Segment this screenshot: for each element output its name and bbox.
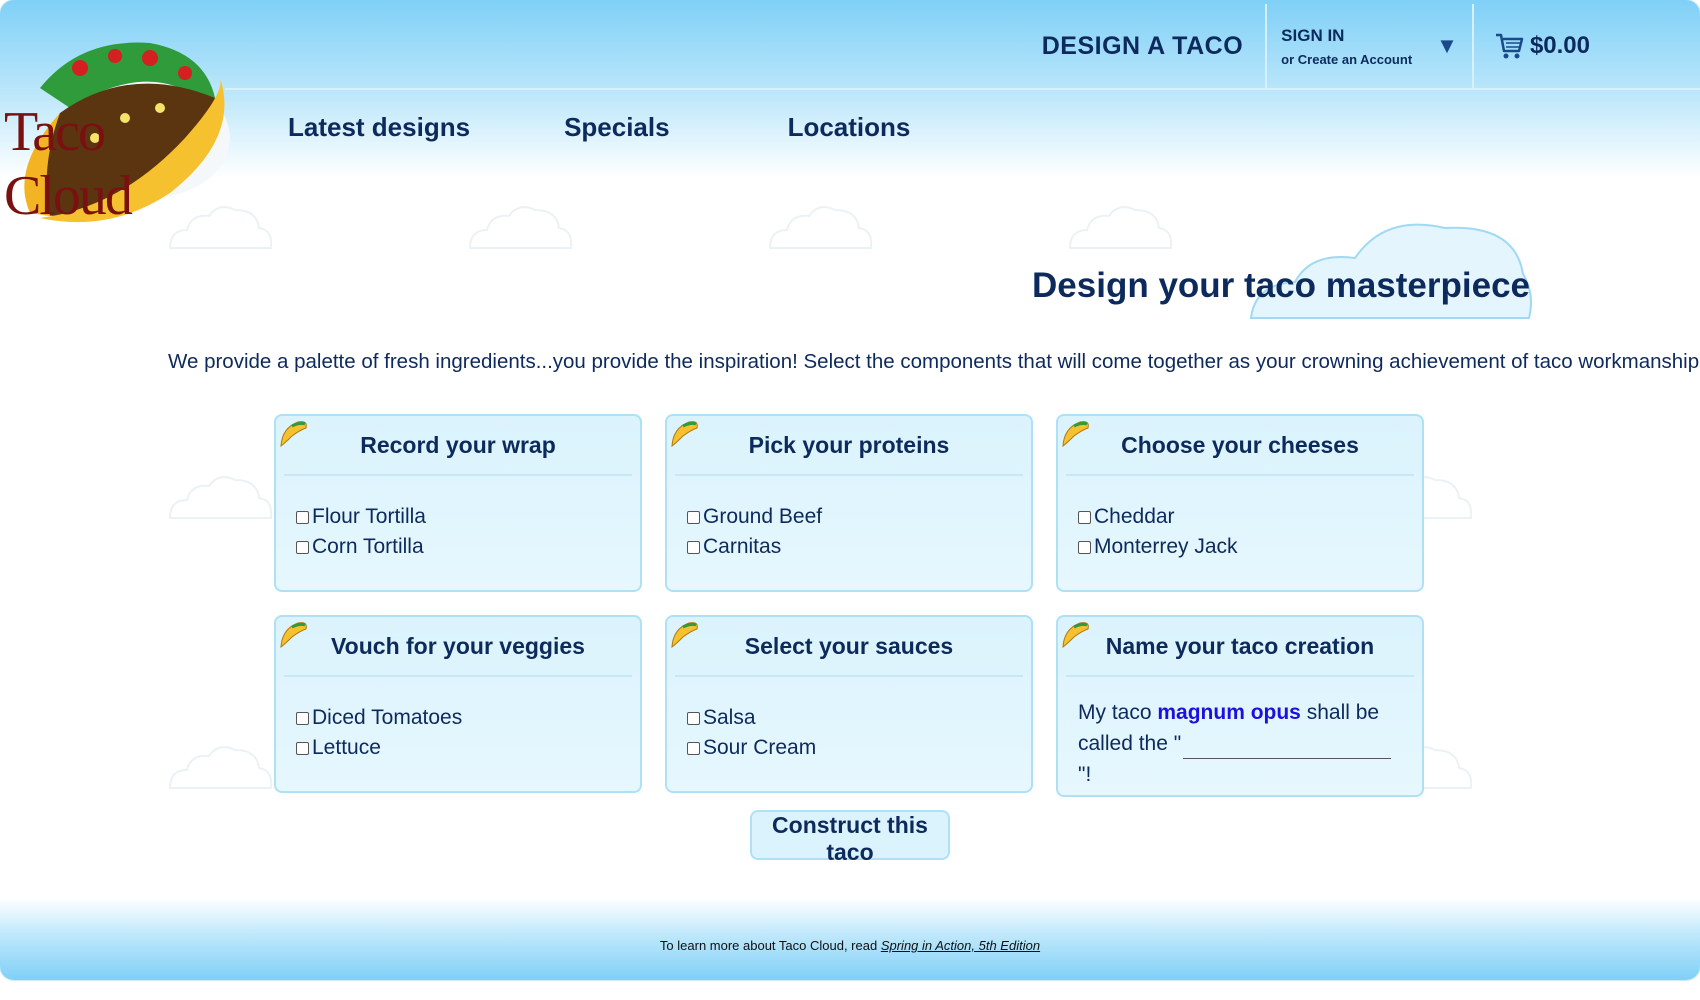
signin-text: SIGN IN or Create an Account bbox=[1281, 26, 1412, 67]
option-corn-tortilla[interactable]: Corn Tortilla bbox=[296, 532, 640, 562]
cart-total: $0.00 bbox=[1529, 32, 1590, 59]
card-header: Record your wrap bbox=[276, 416, 640, 474]
ingredient-group-cheeses: Choose your cheeses Cheddar Monterrey Ja… bbox=[1056, 414, 1424, 592]
checkbox[interactable] bbox=[296, 510, 309, 524]
checkbox[interactable] bbox=[687, 741, 700, 755]
main-nav: Latest designs Specials Locations bbox=[288, 112, 910, 143]
footer-book-link[interactable]: Spring in Action, 5th Edition bbox=[881, 938, 1040, 953]
option-diced-tomatoes[interactable]: Diced Tomatoes bbox=[296, 703, 640, 733]
sentence-suffix: "! bbox=[1078, 763, 1092, 786]
footer-label: To learn more about Taco Cloud, read bbox=[659, 938, 881, 953]
ingredient-group-veggies: Vouch for your veggies Diced Tomatoes Le… bbox=[274, 615, 642, 793]
option-carnitas[interactable]: Carnitas bbox=[687, 532, 1031, 562]
cloud-icon bbox=[1068, 206, 1173, 249]
card-title: Select your sauces bbox=[744, 633, 954, 659]
card-header: Choose your cheeses bbox=[1058, 416, 1422, 474]
nav-latest-designs[interactable]: Latest designs bbox=[288, 112, 470, 143]
card-body: Salsa Sour Cream bbox=[667, 677, 1031, 763]
cloud-icon bbox=[768, 206, 873, 249]
card-title: Record your wrap bbox=[360, 432, 556, 458]
ingredient-group-sauces: Select your sauces Salsa Sour Cream bbox=[665, 615, 1033, 793]
option-label: Salsa bbox=[703, 706, 756, 729]
design-a-taco-link[interactable]: DESIGN A TACO bbox=[1042, 32, 1251, 61]
option-label: Diced Tomatoes bbox=[312, 706, 463, 729]
sentence-emphasis: magnum opus bbox=[1157, 701, 1301, 724]
option-label: Cheddar bbox=[1094, 505, 1175, 528]
ingredient-group-proteins: Pick your proteins Ground Beef Carnitas bbox=[665, 414, 1033, 592]
card-body: My taco magnum opus shall be called the … bbox=[1058, 677, 1422, 790]
footer-text: To learn more about Taco Cloud, read Spr… bbox=[0, 938, 1700, 953]
option-monterrey-jack[interactable]: Monterrey Jack bbox=[1078, 532, 1422, 562]
header-separator bbox=[1471, 4, 1474, 88]
header-separator bbox=[1265, 4, 1268, 88]
card-title: Pick your proteins bbox=[748, 432, 950, 458]
title-cloud-icon bbox=[1249, 223, 1532, 319]
card-header: Name your taco creation bbox=[1058, 617, 1422, 675]
checkbox[interactable] bbox=[687, 540, 700, 554]
checkbox[interactable] bbox=[296, 741, 309, 755]
cart[interactable]: $0.00 bbox=[1488, 31, 1700, 61]
card-body: Ground Beef Carnitas bbox=[667, 476, 1031, 562]
option-salsa[interactable]: Salsa bbox=[687, 703, 1031, 733]
card-body: Cheddar Monterrey Jack bbox=[1058, 476, 1422, 562]
logo-text: Taco Cloud bbox=[4, 101, 133, 227]
taco-name-sentence: My taco magnum opus shall be called the … bbox=[1078, 697, 1422, 790]
ingredient-group-wrap: Record your wrap Flour Tortilla Corn Tor… bbox=[274, 414, 642, 592]
taco-name-input[interactable] bbox=[1183, 737, 1392, 759]
option-label: Lettuce bbox=[312, 736, 381, 759]
checkbox[interactable] bbox=[1078, 540, 1091, 554]
sentence-prefix: My taco bbox=[1078, 701, 1158, 724]
option-lettuce[interactable]: Lettuce bbox=[296, 733, 640, 763]
header-actions: DESIGN A TACO SIGN IN or Create an Accou… bbox=[1042, 4, 1700, 88]
option-label: Ground Beef bbox=[703, 505, 823, 528]
create-account-link[interactable]: or Create an Account bbox=[1281, 52, 1412, 67]
name-your-taco-card: Name your taco creation My taco magnum o… bbox=[1056, 615, 1424, 797]
option-flour-tortilla[interactable]: Flour Tortilla bbox=[296, 502, 640, 532]
option-label: Monterrey Jack bbox=[1094, 535, 1238, 558]
card-body: Flour Tortilla Corn Tortilla bbox=[276, 476, 640, 562]
option-label: Sour Cream bbox=[703, 736, 817, 759]
card-title: Vouch for your veggies bbox=[331, 633, 585, 659]
checkbox[interactable] bbox=[687, 711, 700, 725]
card-body: Diced Tomatoes Lettuce bbox=[276, 677, 640, 763]
cloud-icon bbox=[168, 476, 273, 519]
card-title: Name your taco creation bbox=[1105, 633, 1375, 659]
signin-dropdown[interactable]: SIGN IN or Create an Account ▼ bbox=[1281, 26, 1458, 67]
cloud-icon bbox=[168, 746, 273, 789]
card-header: Vouch for your veggies bbox=[276, 617, 640, 675]
option-label: Corn Tortilla bbox=[312, 535, 424, 558]
option-sour-cream[interactable]: Sour Cream bbox=[687, 733, 1031, 763]
page-title: Design your taco masterpiece bbox=[1032, 266, 1530, 305]
option-label: Carnitas bbox=[703, 535, 782, 558]
checkbox[interactable] bbox=[296, 540, 309, 554]
cloud-icon bbox=[468, 206, 573, 249]
nav-specials[interactable]: Specials bbox=[564, 112, 670, 143]
card-title: Choose your cheeses bbox=[1121, 432, 1359, 458]
cart-icon bbox=[1495, 33, 1524, 59]
construct-taco-button[interactable]: Construct this taco bbox=[750, 810, 950, 865]
nav-locations[interactable]: Locations bbox=[788, 112, 911, 143]
caret-down-icon[interactable]: ▼ bbox=[1436, 33, 1458, 59]
option-cheddar[interactable]: Cheddar bbox=[1078, 502, 1422, 532]
header-divider bbox=[225, 88, 1700, 90]
card-header: Select your sauces bbox=[667, 617, 1031, 675]
card-header: Pick your proteins bbox=[667, 416, 1031, 474]
logo[interactable]: Taco Cloud bbox=[0, 18, 235, 228]
signin-title[interactable]: SIGN IN bbox=[1281, 26, 1412, 46]
checkbox[interactable] bbox=[296, 711, 309, 725]
page-intro: We provide a palette of fresh ingredient… bbox=[168, 350, 1700, 373]
option-label: Flour Tortilla bbox=[312, 505, 426, 528]
checkbox[interactable] bbox=[1078, 510, 1091, 524]
page-frame: Taco Cloud DESIGN A TACO SIGN IN or Crea… bbox=[0, 0, 1700, 980]
checkbox[interactable] bbox=[687, 510, 700, 524]
option-ground-beef[interactable]: Ground Beef bbox=[687, 502, 1031, 532]
